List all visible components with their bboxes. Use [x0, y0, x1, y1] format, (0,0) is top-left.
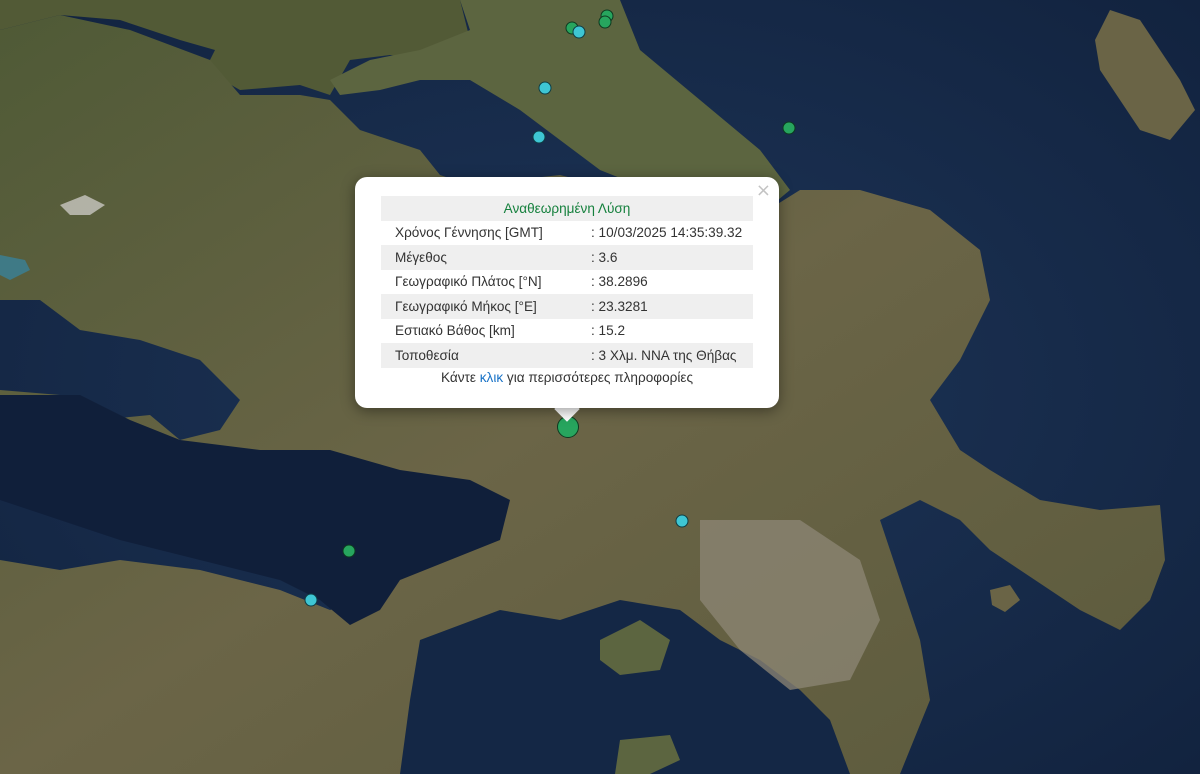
popup-header: Αναθεωρημένη Λύση: [381, 196, 753, 221]
label-magnitude: Μέγεθος: [381, 245, 579, 270]
value-latitude: : 38.2896: [591, 274, 648, 290]
label-location: Τοποθεσία: [381, 343, 579, 368]
earthquake-info-popup: × Αναθεωρημένη Λύση Χρόνος Γέννησης [GMT…: [355, 177, 779, 408]
label-origin-time: Χρόνος Γέννησης [GMT]: [395, 225, 543, 241]
earthquake-marker[interactable]: [782, 121, 796, 135]
more-info-link[interactable]: κλικ: [480, 370, 503, 385]
earthquake-info-table: Αναθεωρημένη Λύση Χρόνος Γέννησης [GMT] …: [381, 196, 753, 368]
label-latitude: Γεωγραφικό Πλάτος [°N]: [395, 274, 542, 290]
earthquake-marker[interactable]: [598, 15, 612, 29]
earthquake-marker[interactable]: [304, 593, 318, 607]
value-origin-time: : 10/03/2025 14:35:39.32: [591, 225, 743, 241]
value-longitude: : 23.3281: [579, 294, 753, 319]
label-longitude: Γεωγραφικό Μήκος [°E]: [381, 294, 579, 319]
value-magnitude: : 3.6: [579, 245, 753, 270]
earthquake-marker[interactable]: [342, 544, 356, 558]
earthquake-marker[interactable]: [532, 130, 546, 144]
close-icon[interactable]: ×: [756, 181, 771, 201]
more-info-text: Κάντε κλικ για περισσότερες πληροφορίες: [440, 370, 694, 385]
earthquake-marker[interactable]: [572, 25, 586, 39]
earthquake-marker[interactable]: [675, 514, 689, 528]
value-depth: : 15.2: [591, 323, 626, 339]
label-depth: Εστιακό Βάθος [km]: [395, 323, 515, 339]
earthquake-marker[interactable]: [538, 81, 552, 95]
value-location: : 3 Χλμ. ΝΝΑ της Θήβας: [579, 343, 753, 368]
